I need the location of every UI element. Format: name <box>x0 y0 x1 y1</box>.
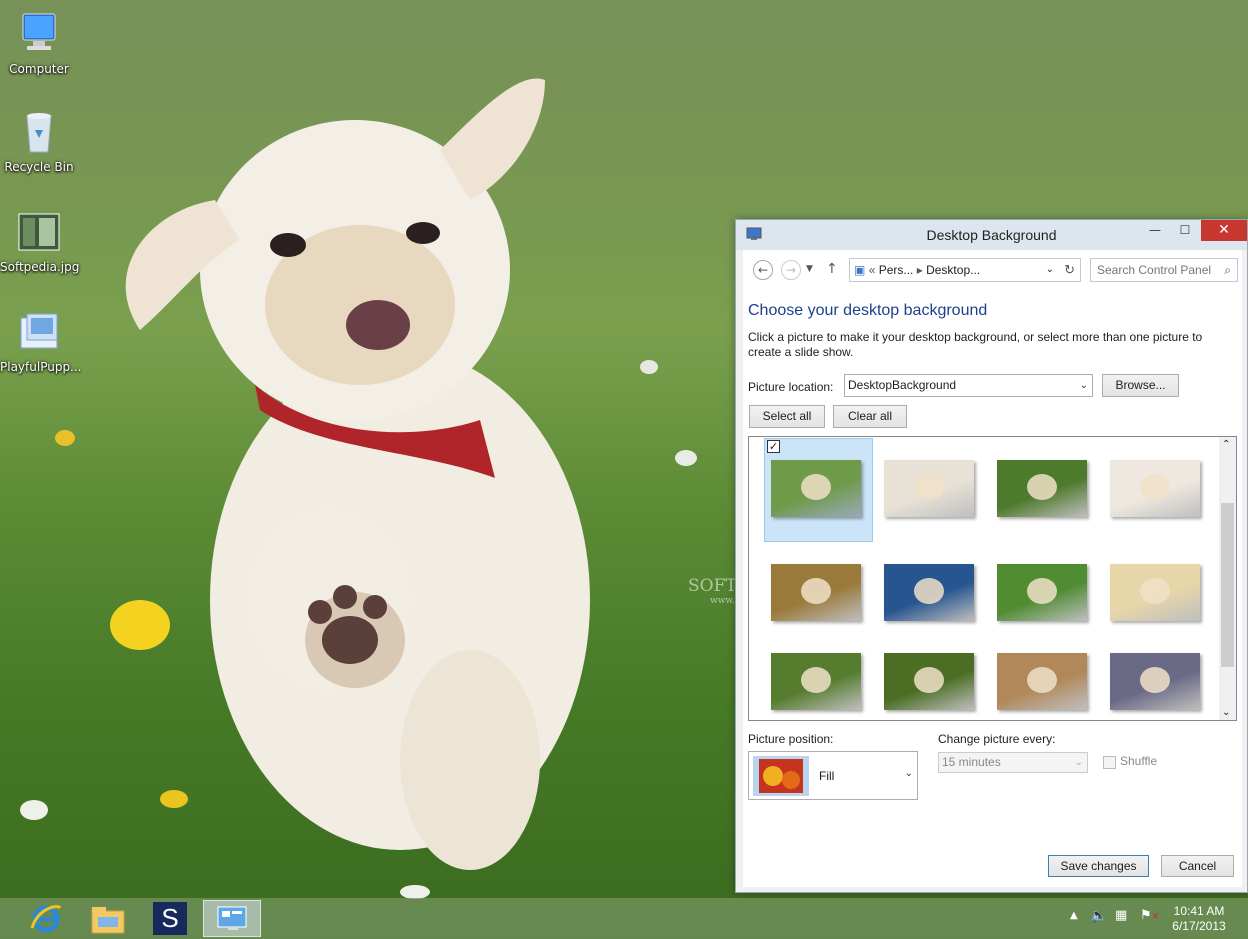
action-center-icon[interactable]: ⚑✕ <box>1140 908 1159 923</box>
picture-location-value: DesktopBackground <box>848 378 957 392</box>
puppy-thumbnail-shape <box>1027 474 1057 500</box>
address-bar[interactable]: ▣ « Pers... ▸ Desktop... ⌄ ↻ <box>849 258 1081 282</box>
desktop-icon-computer[interactable]: Computer <box>0 10 78 76</box>
network-icon[interactable]: ▦ <box>1115 908 1127 923</box>
puppy-thumbnail-shape <box>914 474 944 500</box>
up-arrow-icon[interactable]: ↑ <box>826 261 838 277</box>
puppy-thumbnail-shape <box>1140 578 1170 604</box>
puppy-thumbnail-shape <box>801 474 831 500</box>
control-panel-icon <box>217 906 247 930</box>
scroll-down-icon[interactable]: ⌄ <box>1222 707 1230 718</box>
save-changes-button[interactable]: Save changes <box>1048 855 1149 877</box>
change-picture-label: Change picture every: <box>938 732 1056 746</box>
breadcrumb-desktop-background[interactable]: Desktop... <box>926 263 980 277</box>
puppy-thumbnail-shape <box>1140 474 1170 500</box>
desktop-icon-label: Softpedia.jpg <box>0 260 80 274</box>
scrollbar-thumb[interactable] <box>1221 503 1234 667</box>
thumbnail-puppy-running-field[interactable] <box>997 653 1087 710</box>
desktop-icon-label: Computer <box>9 62 69 76</box>
computer-icon <box>15 10 63 58</box>
shuffle-label: Shuffle <box>1120 754 1158 768</box>
refresh-icon[interactable]: ↻ <box>1064 259 1075 281</box>
search-icon: ⌕ <box>1224 263 1231 277</box>
title-bar[interactable]: Desktop Background — ☐ ✕ <box>736 220 1247 250</box>
grid-scrollbar[interactable]: ⌃ ⌄ <box>1219 437 1236 720</box>
desktop-icon-softpedia-jpg[interactable]: Softpedia.jpg <box>0 208 80 274</box>
chevron-down-icon: ⌄ <box>1074 757 1083 768</box>
thumbnail-puppy-on-back[interactable] <box>884 653 974 710</box>
thumbnail-puppies-bluebells[interactable] <box>1110 653 1200 710</box>
control-panel-taskbar-button[interactable] <box>203 900 261 937</box>
chevron-down-icon: ⌄ <box>1079 380 1088 391</box>
clock-date: 6/17/2013 <box>1172 919 1226 933</box>
picture-position-value: Fill <box>819 769 835 783</box>
page-heading: Choose your desktop background <box>748 302 988 319</box>
internet-explorer-icon[interactable] <box>28 902 64 934</box>
navigation-bar: ← → ▼ ↑ ▣ « Pers... ▸ Desktop... ⌄ ↻ Sea… <box>748 256 1238 284</box>
desktop-icon-recycle-bin[interactable]: Recycle Bin <box>0 108 78 174</box>
search-placeholder: Search Control Panel <box>1097 263 1212 277</box>
puppy-thumbnail-shape <box>914 578 944 604</box>
desktop-background-window: Desktop Background — ☐ ✕ ← → ▼ ↑ ▣ « Per… <box>735 219 1248 893</box>
show-hidden-icons-icon[interactable]: ▲ <box>1070 910 1078 921</box>
search-input[interactable]: Search Control Panel ⌕ <box>1090 258 1238 282</box>
change-interval-value: 15 minutes <box>942 755 1001 769</box>
image-file-icon <box>15 208 63 256</box>
thumbnail-puppy-autumn-leaves[interactable] <box>771 564 861 621</box>
desktop-icon-label: Recycle Bin <box>4 160 74 174</box>
picture-location-select[interactable]: DesktopBackground ⌄ <box>844 374 1093 397</box>
clock-time: 10:41 AM <box>1173 904 1225 918</box>
puppy-thumbnail-shape <box>914 667 944 693</box>
thumbnail-black-puppy-grass[interactable] <box>997 460 1087 517</box>
puppy-thumbnail-shape <box>1027 667 1057 693</box>
thumbnail-puppy-blue-bg[interactable] <box>884 564 974 621</box>
thumbnail-puppy-running[interactable] <box>771 460 861 517</box>
browse-button[interactable]: Browse... <box>1102 374 1179 397</box>
thumbnail-puppy-lying-white[interactable] <box>1110 460 1200 517</box>
desktop-icon-theme[interactable]: PlayfulPupp... <box>0 308 82 374</box>
desktop-icon-label: PlayfulPupp... <box>0 360 82 374</box>
thumbnail-checkbox[interactable]: ✓ <box>767 440 780 453</box>
puppy-image <box>125 78 590 870</box>
forward-arrow-icon[interactable]: → <box>781 260 801 280</box>
clock[interactable]: 10:41 AM 6/17/2013 <box>1168 904 1230 934</box>
volume-icon[interactable]: 🔈 <box>1090 908 1107 924</box>
scroll-up-icon[interactable]: ⌃ <box>1222 439 1230 450</box>
taskbar: S ▲ 🔈 ▦ ⚑✕ 10:41 AM 6/17/2013 <box>0 898 1248 939</box>
select-all-button[interactable]: Select all <box>749 405 825 428</box>
thumbnail-collie-puppy-grass[interactable] <box>997 564 1087 621</box>
thumbnail-puppies-in-grass[interactable] <box>771 653 861 710</box>
picture-location-label: Picture location: <box>748 380 834 394</box>
thumbnail-puppy-jumping-white[interactable] <box>884 460 974 517</box>
recent-dropdown-icon[interactable]: ▼ <box>806 264 813 274</box>
puppy-thumbnail-shape <box>1140 667 1170 693</box>
control-panel-icon: ▣ <box>854 263 866 277</box>
minimize-button[interactable]: — <box>1141 220 1169 241</box>
change-interval-select[interactable]: 15 minutes ⌄ <box>938 752 1088 773</box>
picture-position-select[interactable]: Fill ⌄ <box>748 751 918 800</box>
puppy-thumbnail-shape <box>1027 578 1057 604</box>
file-explorer-icon[interactable] <box>90 903 126 935</box>
picture-position-label: Picture position: <box>748 732 834 746</box>
breadcrumb-personalization[interactable]: Pers... <box>879 263 914 277</box>
puppy-thumbnail-shape <box>801 667 831 693</box>
close-button[interactable]: ✕ <box>1201 220 1247 241</box>
fill-preview-icon <box>753 756 809 796</box>
softpedia-icon[interactable]: S <box>153 902 187 935</box>
recycle-bin-icon <box>15 108 63 156</box>
theme-pack-icon <box>15 308 63 356</box>
thumbnail-puppy-with-cake[interactable] <box>1110 564 1200 621</box>
page-description: Click a picture to make it your desktop … <box>748 330 1203 359</box>
shuffle-checkbox[interactable] <box>1103 756 1116 769</box>
chevron-down-icon: ⌄ <box>904 768 913 779</box>
address-dropdown-icon[interactable]: ⌄ <box>1046 259 1054 281</box>
window-content: ← → ▼ ↑ ▣ « Pers... ▸ Desktop... ⌄ ↻ Sea… <box>743 250 1242 887</box>
maximize-button[interactable]: ☐ <box>1171 220 1199 241</box>
clear-all-button[interactable]: Clear all <box>833 405 907 428</box>
back-arrow-icon[interactable]: ← <box>753 260 773 280</box>
picture-grid: ✓ ⌃ ⌄ <box>748 436 1237 721</box>
cancel-button[interactable]: Cancel <box>1161 855 1234 877</box>
puppy-thumbnail-shape <box>801 578 831 604</box>
